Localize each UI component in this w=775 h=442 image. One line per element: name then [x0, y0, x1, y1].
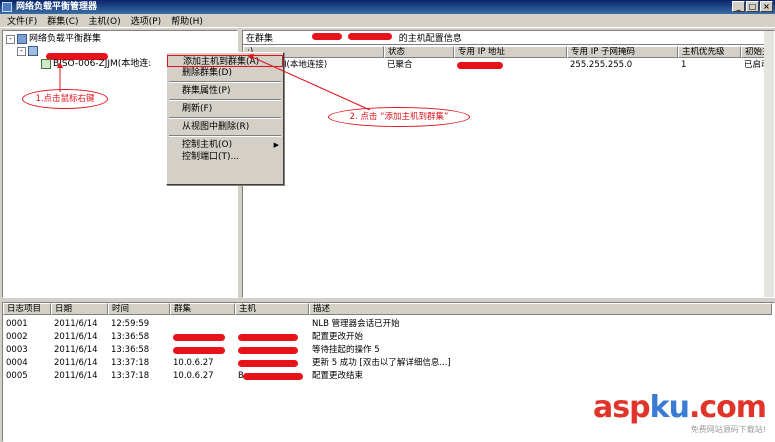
annotation-step2: 2. 点击 “添加主机到群集” [328, 107, 470, 127]
nlb-manager-window: 网络负载平衡管理器 _ □ × 文件(F) 群集(C) 主机(O) 选项(P) … [0, 0, 775, 442]
annotation-arrows [57, 54, 371, 111]
annotation-step1: 1.点击鼠标右键 [22, 89, 108, 109]
